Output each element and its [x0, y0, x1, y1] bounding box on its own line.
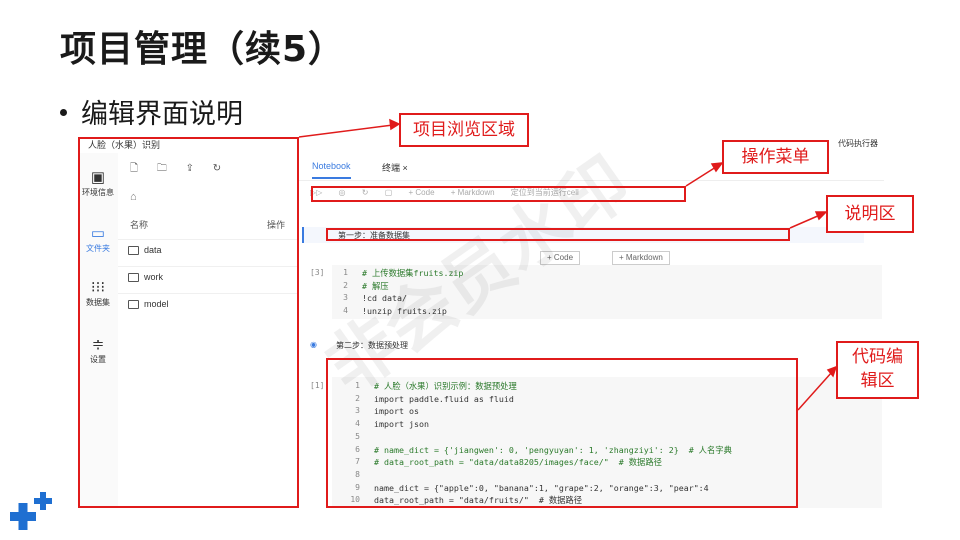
label-code-area: 代码编 辑区 [836, 341, 919, 399]
label-description-area: 说明区 [826, 195, 914, 233]
label-browse-area: 项目浏览区域 [399, 113, 529, 147]
plus-logo-icon [10, 492, 52, 530]
annotation-arrows [298, 118, 838, 411]
label-code-area-line1: 代码编 [852, 347, 903, 367]
label-code-area-line2: 辑区 [860, 371, 895, 391]
label-operation-menu: 操作菜单 [722, 140, 829, 174]
